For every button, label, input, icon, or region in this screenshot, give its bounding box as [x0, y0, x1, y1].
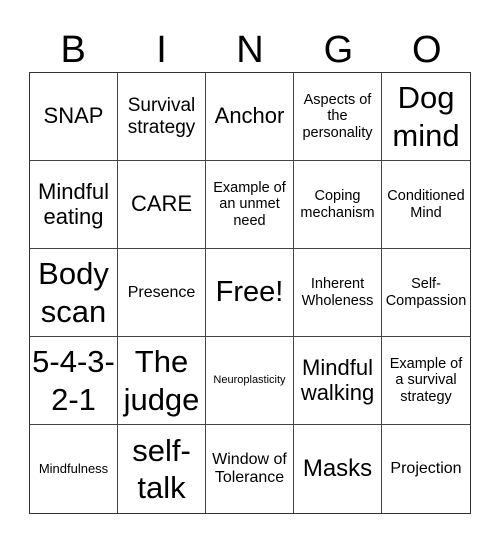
- bingo-grid: SNAP Survival strategy Anchor Aspects of…: [29, 72, 471, 514]
- bingo-cell[interactable]: Dog mind: [382, 73, 470, 161]
- bingo-cell[interactable]: Anchor: [206, 73, 294, 161]
- bingo-cell[interactable]: Inherent Wholeness: [294, 249, 382, 337]
- bingo-cell[interactable]: Masks: [294, 425, 382, 513]
- bingo-cell[interactable]: Conditioned Mind: [382, 161, 470, 249]
- bingo-cell[interactable]: Aspects of the personality: [294, 73, 382, 161]
- bingo-cell[interactable]: Example of a survival strategy: [382, 337, 470, 425]
- bingo-cell[interactable]: 5-4-3-2-1: [30, 337, 118, 425]
- bingo-cell[interactable]: self-talk: [118, 425, 206, 513]
- header-letter-n: N: [236, 29, 264, 71]
- header-letter-g: G: [323, 29, 354, 71]
- bingo-cell[interactable]: Mindful eating: [30, 161, 118, 249]
- bingo-cell[interactable]: Body scan: [30, 249, 118, 337]
- bingo-cell[interactable]: Coping mechanism: [294, 161, 382, 249]
- header-letter-i: I: [156, 29, 167, 71]
- bingo-cell[interactable]: CARE: [118, 161, 206, 249]
- header-letter-o: O: [411, 29, 442, 71]
- bingo-cell[interactable]: Projection: [382, 425, 470, 513]
- bingo-cell[interactable]: Mindful walking: [294, 337, 382, 425]
- bingo-header: B I N G O: [29, 28, 471, 72]
- bingo-cell[interactable]: Mindfulness: [30, 425, 118, 513]
- bingo-cell[interactable]: Self-Compassion: [382, 249, 470, 337]
- bingo-cell[interactable]: Presence: [118, 249, 206, 337]
- bingo-cell[interactable]: Survival strategy: [118, 73, 206, 161]
- header-letter-b: B: [60, 29, 86, 71]
- bingo-cell[interactable]: Window of Tolerance: [206, 425, 294, 513]
- bingo-cell[interactable]: The judge: [118, 337, 206, 425]
- bingo-cell[interactable]: SNAP: [30, 73, 118, 161]
- bingo-cell[interactable]: Neuroplasticity: [206, 337, 294, 425]
- bingo-cell[interactable]: Example of an unmet need: [206, 161, 294, 249]
- free-space[interactable]: Free!: [206, 249, 294, 337]
